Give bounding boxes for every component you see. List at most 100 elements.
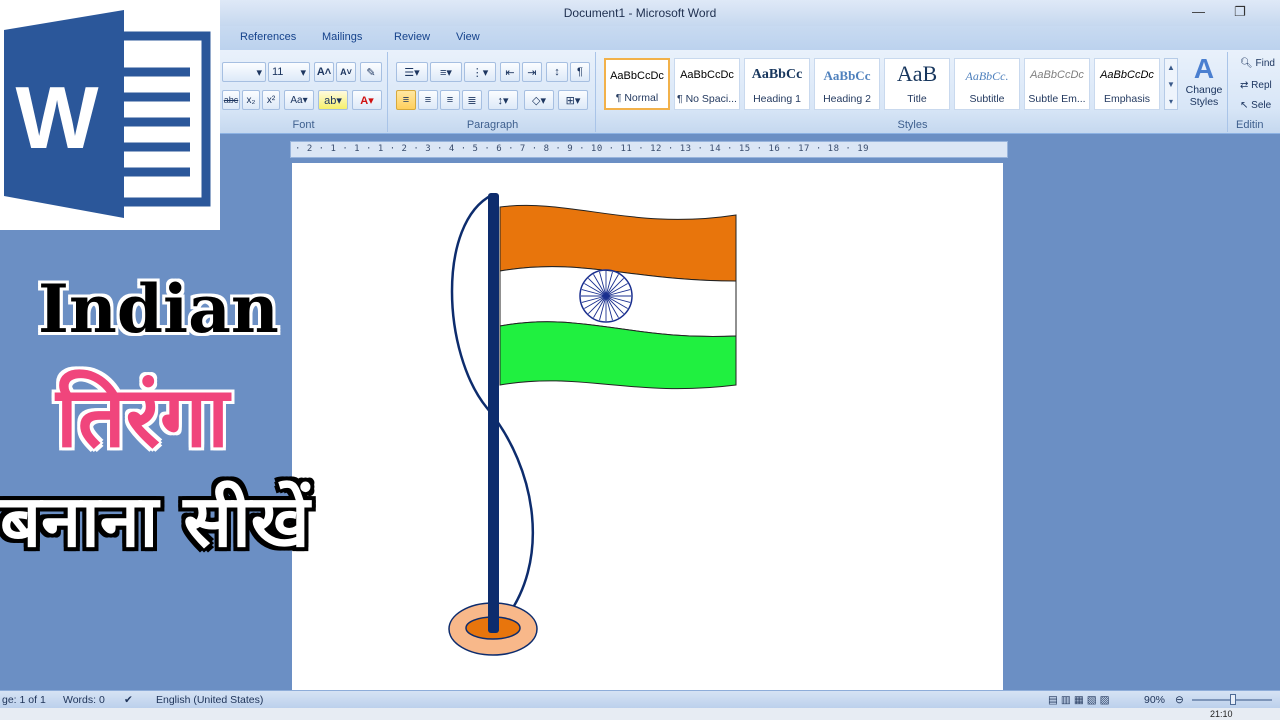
find-button[interactable]: 🔍︎ Find bbox=[1240, 58, 1275, 69]
find-icon: 🔍︎ bbox=[1240, 58, 1253, 69]
change-styles-button[interactable]: A Change Styles bbox=[1182, 54, 1226, 116]
decrease-indent-button[interactable]: ⇤ bbox=[500, 62, 520, 82]
numbering-button[interactable]: ≡▾ bbox=[430, 62, 462, 82]
document-page[interactable] bbox=[292, 163, 1003, 690]
clear-format-icon[interactable]: ✎ bbox=[360, 62, 382, 82]
style-normal[interactable]: AaBbCcDc ¶ Normal bbox=[604, 58, 670, 110]
tab-references[interactable]: References bbox=[240, 31, 296, 43]
font-group-label: Font bbox=[292, 119, 315, 131]
flag-pole bbox=[488, 193, 499, 633]
editing-group-label: Editin bbox=[1236, 119, 1264, 131]
tab-review[interactable]: Review bbox=[394, 31, 430, 43]
editing-group: 🔍︎ Find ⇄ Repl ↖ Sele Editin bbox=[1230, 52, 1280, 132]
style-no-spacing[interactable]: AaBbCcDc ¶ No Spaci... bbox=[674, 58, 740, 110]
styles-scroll[interactable]: ▲ ▼ ▾ bbox=[1164, 58, 1178, 110]
style-sample: AaBbCc bbox=[751, 67, 803, 82]
align-left-button[interactable]: ≡ bbox=[396, 90, 416, 110]
find-label: Find bbox=[1255, 58, 1275, 69]
style-sample: AaBbCcDc bbox=[610, 70, 664, 82]
style-sample: AaBbCc bbox=[823, 68, 871, 83]
style-subtle-emphasis[interactable]: AaBbCcDc Subtle Em... bbox=[1024, 58, 1090, 110]
replace-label: Repl bbox=[1251, 80, 1272, 91]
word-count[interactable]: Words: 0 bbox=[63, 694, 105, 706]
font-color-button[interactable]: A▾ bbox=[352, 90, 382, 110]
superscript-button[interactable]: x² bbox=[262, 90, 280, 110]
change-styles-icon: A bbox=[1193, 53, 1215, 84]
overlay-title-learn: बनाना सीखें bbox=[0, 479, 310, 563]
styles-group-label: Styles bbox=[897, 119, 928, 131]
chevron-down-icon: ▾ bbox=[300, 66, 306, 79]
style-emphasis[interactable]: AaBbCcDc Emphasis bbox=[1094, 58, 1160, 110]
styles-group: AaBbCcDc ¶ Normal AaBbCcDc ¶ No Spaci...… bbox=[598, 52, 1228, 132]
align-right-button[interactable]: ≡ bbox=[440, 90, 460, 110]
align-center-button[interactable]: ≡ bbox=[418, 90, 438, 110]
overlay-title-tiranga: तिरंगा bbox=[56, 368, 230, 466]
subscript-button[interactable]: x₂ bbox=[242, 90, 260, 110]
replace-button[interactable]: ⇄ Repl bbox=[1240, 80, 1272, 91]
style-name: Subtle Em... bbox=[1028, 93, 1086, 105]
style-name: Emphasis bbox=[1103, 93, 1151, 105]
shading-button[interactable]: ◇▾ bbox=[524, 90, 554, 110]
change-case-button[interactable]: Aa▾ bbox=[284, 90, 314, 110]
paragraph-group: ☰▾ ≡▾ ⋮▾ ⇤ ⇥ ↕ ¶ ≡ ≡ ≡ ≣ ↕▾ ◇▾ ⊞▾ Paragr… bbox=[390, 52, 596, 132]
style-sample: AaB bbox=[896, 61, 938, 86]
horizontal-ruler[interactable]: · 2 · 1 · 1 · 1 · 2 · 3 · 4 · 5 · 6 · 7 … bbox=[290, 141, 1008, 158]
select-icon: ↖ bbox=[1240, 100, 1249, 111]
style-heading-1[interactable]: AaBbCc Heading 1 bbox=[744, 58, 810, 110]
page-count[interactable]: ge: 1 of 1 bbox=[2, 694, 46, 706]
replace-icon: ⇄ bbox=[1240, 80, 1249, 91]
style-title[interactable]: AaB Title bbox=[884, 58, 950, 110]
style-sample: AaBbCcDc bbox=[1030, 69, 1084, 81]
style-name: Heading 1 bbox=[753, 93, 801, 105]
font-name-dropdown[interactable]: ▾ bbox=[222, 62, 266, 82]
logo-letter: W bbox=[15, 68, 98, 167]
multilevel-list-button[interactable]: ⋮▾ bbox=[464, 62, 496, 82]
font-size-dropdown[interactable]: 11 ▾ bbox=[268, 62, 310, 82]
zoom-level[interactable]: 90% bbox=[1144, 694, 1165, 706]
style-sample: AaBbCcDc bbox=[680, 69, 734, 81]
flag-drawing[interactable] bbox=[292, 163, 1003, 690]
highlight-color-button[interactable]: ab▾ bbox=[318, 90, 348, 110]
show-marks-button[interactable]: ¶ bbox=[570, 62, 590, 82]
sort-button[interactable]: ↕ bbox=[546, 62, 568, 82]
tab-view[interactable]: View bbox=[456, 31, 480, 43]
increase-indent-button[interactable]: ⇥ bbox=[522, 62, 542, 82]
ribbon: ▾ 11 ▾ A˄ A˅ ✎ abc x₂ x² Aa▾ ab▾ A▾ Font … bbox=[220, 50, 1280, 134]
font-group: ▾ 11 ▾ A˄ A˅ ✎ abc x₂ x² Aa▾ ab▾ A▾ Font bbox=[220, 52, 388, 132]
style-name: ¶ No Spaci... bbox=[677, 93, 737, 105]
borders-button[interactable]: ⊞▾ bbox=[558, 90, 588, 110]
font-size-value: 11 bbox=[272, 66, 284, 78]
paragraph-group-label: Paragraph bbox=[466, 119, 519, 131]
style-name: Subtitle bbox=[969, 93, 1005, 105]
line-spacing-button[interactable]: ↕▾ bbox=[488, 90, 518, 110]
word-logo: W bbox=[0, 0, 220, 230]
style-sample: AaBbCc. bbox=[965, 69, 1009, 83]
style-subtitle[interactable]: AaBbCc. Subtitle bbox=[954, 58, 1020, 110]
grow-font-button[interactable]: A˄ bbox=[314, 62, 334, 82]
word-logo-icon: W bbox=[4, 10, 211, 218]
ashoka-chakra-icon bbox=[579, 269, 633, 323]
style-name: ¶ Normal bbox=[615, 92, 659, 104]
style-sample: AaBbCcDc bbox=[1100, 69, 1154, 81]
shrink-font-button[interactable]: A˅ bbox=[336, 62, 356, 82]
select-button[interactable]: ↖ Sele bbox=[1240, 100, 1271, 111]
zoom-out-icon[interactable]: ⊖ bbox=[1175, 694, 1184, 706]
ruler-ticks: · 2 · 1 · 1 · 1 · 2 · 3 · 4 · 5 · 6 · 7 … bbox=[295, 144, 870, 154]
language-indicator[interactable]: English (United States) bbox=[156, 694, 263, 706]
justify-button[interactable]: ≣ bbox=[462, 90, 482, 110]
style-heading-2[interactable]: AaBbCc Heading 2 bbox=[814, 58, 880, 110]
clock: 21:10 bbox=[1210, 709, 1233, 719]
zoom-slider-thumb[interactable] bbox=[1230, 694, 1236, 705]
status-bar: ge: 1 of 1 Words: 0 ✔ English (United St… bbox=[0, 690, 1280, 708]
style-name: Heading 2 bbox=[823, 93, 871, 105]
taskbar: 21:10 bbox=[0, 708, 1280, 720]
bullets-button[interactable]: ☰▾ bbox=[396, 62, 428, 82]
tab-mailings[interactable]: Mailings bbox=[322, 31, 362, 43]
minimize-button[interactable]: — bbox=[1192, 4, 1205, 19]
change-styles-label: Change Styles bbox=[1185, 84, 1223, 108]
view-buttons[interactable]: ▤▥▦▧▨ bbox=[1048, 694, 1113, 706]
proofing-icon[interactable]: ✔ bbox=[124, 694, 133, 706]
restore-button[interactable]: ❐ bbox=[1234, 4, 1246, 20]
overlay-title-indian: Indian bbox=[38, 270, 279, 348]
strikethrough-button[interactable]: abc bbox=[222, 90, 240, 110]
